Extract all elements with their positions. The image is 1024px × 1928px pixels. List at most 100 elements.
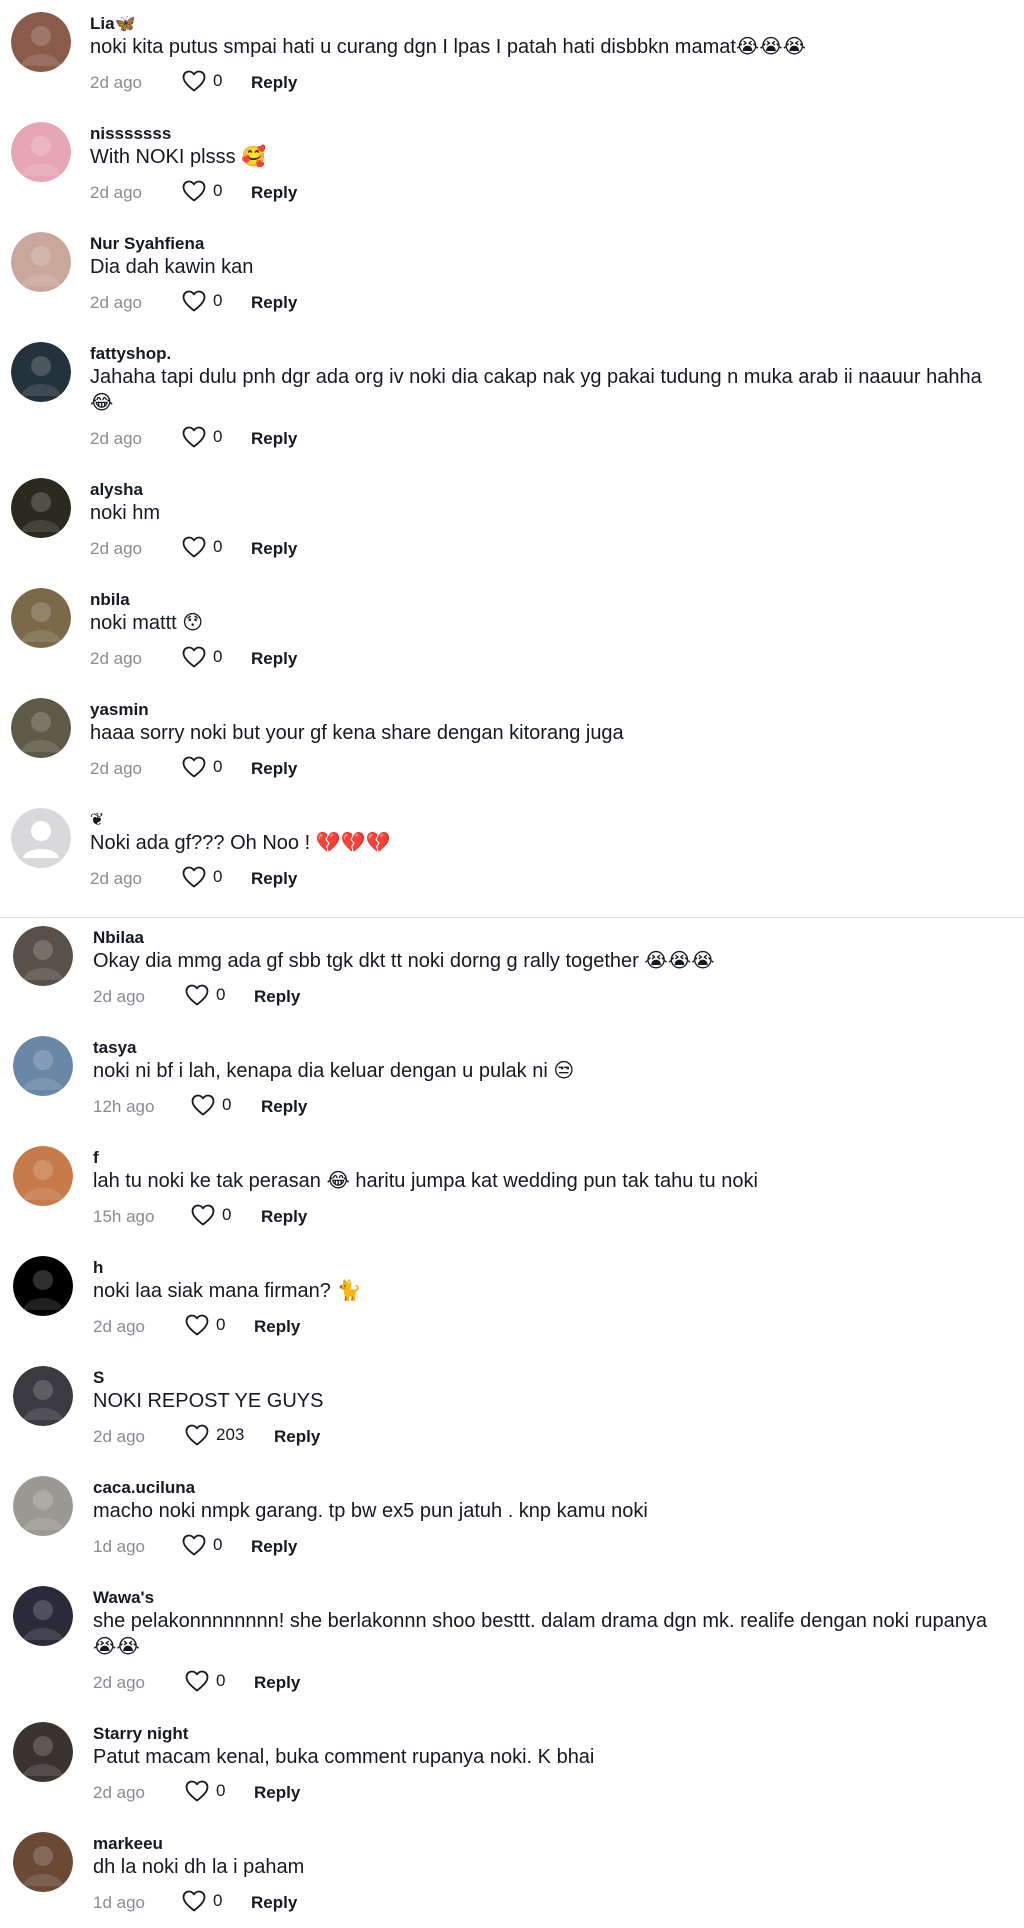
comment-username[interactable]: tasya xyxy=(93,1038,136,1058)
avatar[interactable] xyxy=(11,478,71,538)
like-button[interactable]: 0 xyxy=(185,1780,225,1802)
comment-text: noki mattt 😯 xyxy=(90,612,204,634)
like-button[interactable]: 0 xyxy=(182,756,222,778)
heart-icon xyxy=(182,646,206,668)
avatar[interactable] xyxy=(13,1832,73,1892)
comment-username[interactable]: alysha xyxy=(90,480,143,500)
comment-username[interactable]: S xyxy=(93,1368,104,1388)
comment-meta: 2d ago 0 Reply xyxy=(90,646,311,672)
avatar[interactable] xyxy=(13,1036,73,1096)
like-button[interactable]: 0 xyxy=(182,866,222,888)
like-button[interactable]: 0 xyxy=(185,984,225,1006)
comment-text: Okay dia mmg ada gf sbb tgk dkt tt noki … xyxy=(93,950,715,972)
reply-button[interactable]: Reply xyxy=(251,649,297,669)
like-button[interactable]: 0 xyxy=(182,290,222,312)
like-button[interactable]: 0 xyxy=(182,180,222,202)
avatar[interactable] xyxy=(13,1476,73,1536)
like-button[interactable]: 0 xyxy=(182,1534,222,1556)
heart-icon xyxy=(182,866,206,888)
like-button[interactable]: 0 xyxy=(182,536,222,558)
comment-username[interactable]: nisssssss xyxy=(90,124,171,144)
avatar[interactable] xyxy=(13,1256,73,1316)
like-count: 0 xyxy=(213,71,223,90)
avatar[interactable] xyxy=(13,1722,73,1782)
heart-icon xyxy=(182,1890,206,1912)
like-button[interactable]: 0 xyxy=(182,426,222,448)
comment-text: Patut macam kenal, buka comment rupanya … xyxy=(93,1746,595,1768)
heart-icon xyxy=(182,536,206,558)
heart-icon xyxy=(185,1314,209,1336)
like-count: 0 xyxy=(216,1315,226,1334)
avatar-image xyxy=(11,588,71,648)
avatar[interactable] xyxy=(11,342,71,402)
comment-username[interactable]: yasmin xyxy=(90,700,149,720)
avatar[interactable] xyxy=(13,1366,73,1426)
comment-time: 2d ago xyxy=(93,1673,145,1692)
comment-meta: 1d ago 0 Reply xyxy=(93,1534,311,1560)
reply-button[interactable]: Reply xyxy=(261,1097,307,1117)
like-button[interactable]: 0 xyxy=(182,1890,222,1912)
comment-username[interactable]: Lia🦋 xyxy=(90,14,136,34)
avatar-image xyxy=(13,1366,73,1426)
reply-button[interactable]: Reply xyxy=(254,987,300,1007)
comment-username[interactable]: fattyshop. xyxy=(90,344,171,364)
comment-username[interactable]: Nur Syahfiena xyxy=(90,234,204,254)
avatar-image xyxy=(13,1586,73,1646)
avatar[interactable] xyxy=(11,232,71,292)
like-button[interactable]: 0 xyxy=(185,1314,225,1336)
comment-meta: 2d ago 0 Reply xyxy=(90,536,311,562)
reply-button[interactable]: Reply xyxy=(274,1427,320,1447)
comment-username[interactable]: ❦ xyxy=(90,810,104,830)
like-count: 0 xyxy=(222,1095,232,1114)
like-button[interactable]: 0 xyxy=(182,646,222,668)
heart-icon xyxy=(182,290,206,312)
avatar[interactable] xyxy=(13,926,73,986)
reply-button[interactable]: Reply xyxy=(251,1537,297,1557)
like-count: 0 xyxy=(216,985,226,1004)
reply-button[interactable]: Reply xyxy=(261,1207,307,1227)
reply-button[interactable]: Reply xyxy=(251,1893,297,1913)
avatar-image xyxy=(11,698,71,758)
like-count: 0 xyxy=(213,537,223,556)
comment-text: noki ni bf i lah, kenapa dia keluar deng… xyxy=(93,1060,575,1082)
reply-button[interactable]: Reply xyxy=(251,73,297,93)
comment-username[interactable]: Starry night xyxy=(93,1724,188,1744)
like-count: 0 xyxy=(213,1535,223,1554)
like-button[interactable]: 0 xyxy=(182,70,222,92)
reply-button[interactable]: Reply xyxy=(254,1673,300,1693)
comment-time: 2d ago xyxy=(90,649,142,668)
avatar[interactable] xyxy=(11,808,71,868)
comment-username[interactable]: f xyxy=(93,1148,99,1168)
heart-icon xyxy=(185,1780,209,1802)
comment-username[interactable]: caca.uciluna xyxy=(93,1478,195,1498)
comment-time: 2d ago xyxy=(90,293,142,312)
reply-button[interactable]: Reply xyxy=(251,539,297,559)
reply-button[interactable]: Reply xyxy=(251,293,297,313)
like-button[interactable]: 0 xyxy=(191,1094,231,1116)
avatar[interactable] xyxy=(11,588,71,648)
avatar[interactable] xyxy=(13,1586,73,1646)
comment-username[interactable]: Wawa's xyxy=(93,1588,154,1608)
comment-username[interactable]: markeeu xyxy=(93,1834,163,1854)
like-button[interactable]: 203 xyxy=(185,1424,244,1446)
reply-button[interactable]: Reply xyxy=(251,759,297,779)
comment-username[interactable]: h xyxy=(93,1258,103,1278)
comment-time: 2d ago xyxy=(93,1317,145,1336)
reply-button[interactable]: Reply xyxy=(251,183,297,203)
avatar[interactable] xyxy=(13,1146,73,1206)
like-count: 0 xyxy=(213,757,223,776)
avatar-image xyxy=(13,1256,73,1316)
comment-username[interactable]: Nbilaa xyxy=(93,928,144,948)
comment-meta: 1d ago 0 Reply xyxy=(93,1890,311,1916)
avatar-image xyxy=(11,232,71,292)
avatar[interactable] xyxy=(11,12,71,72)
comment-username[interactable]: nbila xyxy=(90,590,130,610)
reply-button[interactable]: Reply xyxy=(254,1783,300,1803)
reply-button[interactable]: Reply xyxy=(251,869,297,889)
reply-button[interactable]: Reply xyxy=(251,429,297,449)
like-button[interactable]: 0 xyxy=(185,1670,225,1692)
avatar[interactable] xyxy=(11,698,71,758)
reply-button[interactable]: Reply xyxy=(254,1317,300,1337)
like-button[interactable]: 0 xyxy=(191,1204,231,1226)
avatar[interactable] xyxy=(11,122,71,182)
